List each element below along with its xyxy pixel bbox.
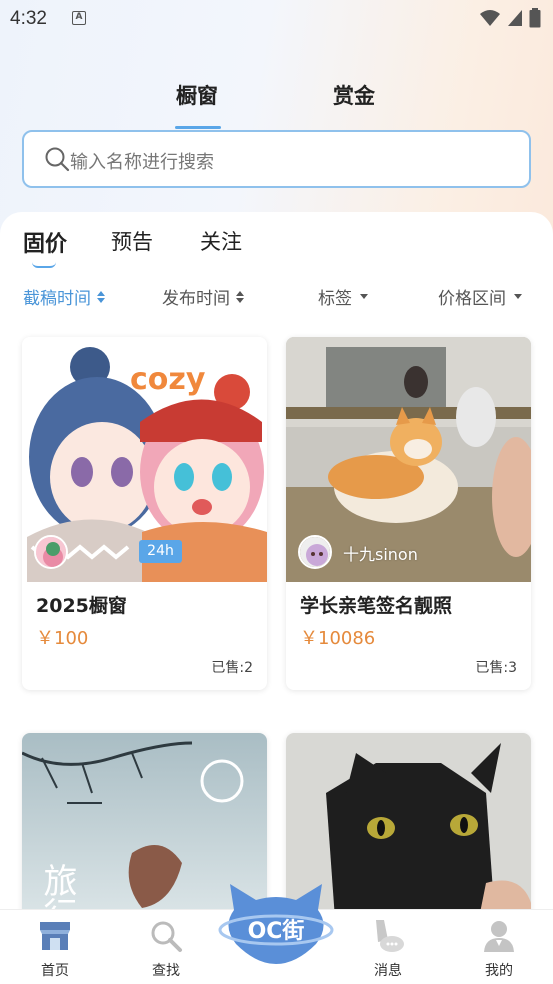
status-time: 4:32 xyxy=(10,8,47,29)
filter-price-range[interactable]: 价格区间 xyxy=(438,284,522,309)
tab-bounty[interactable]: 赏金 xyxy=(333,80,375,110)
search-placeholder: 输入名称进行搜索 xyxy=(70,152,214,173)
search-icon xyxy=(151,921,182,952)
subtab-active-indicator xyxy=(32,262,56,268)
filter-price-label: 价格区间 xyxy=(438,289,506,309)
seller-name[interactable]: 十九sinon xyxy=(343,541,418,565)
search-icon xyxy=(45,147,70,172)
profile-icon xyxy=(484,921,514,952)
notification-a-icon: A xyxy=(72,11,86,25)
subtab-preview[interactable]: 预告 xyxy=(111,226,153,256)
nav-search-label: 查找 xyxy=(152,963,180,979)
dropdown-icon xyxy=(360,294,368,299)
avatar[interactable] xyxy=(34,535,68,569)
nav-messages-label: 消息 xyxy=(374,963,402,979)
message-icon xyxy=(376,920,404,952)
card-sold-count: 已售:3 xyxy=(475,660,517,676)
filter-publish-label: 发布时间 xyxy=(162,289,230,309)
nav-profile-label: 我的 xyxy=(485,963,513,979)
tab-showcase[interactable]: 橱窗 xyxy=(176,80,218,110)
avatar[interactable] xyxy=(298,535,332,569)
product-card[interactable]: 十九sinon 学长亲笔签名靓照 ￥10086 已售:3 xyxy=(286,337,531,690)
card-sold-count: 已售:2 xyxy=(211,660,253,676)
logo-text: OC街 xyxy=(248,918,305,944)
battery-icon xyxy=(529,8,541,28)
sort-icon xyxy=(236,290,244,303)
card-title: 学长亲笔签名靓照 xyxy=(300,595,453,617)
filter-deadline-label: 截稿时间 xyxy=(23,289,91,309)
card-title: 2025橱窗 xyxy=(36,595,127,617)
cozy-logo-text: cozy xyxy=(130,362,206,397)
filter-publish-time[interactable]: 发布时间 xyxy=(162,284,244,309)
shop-icon xyxy=(40,922,70,950)
filter-deadline[interactable]: 截稿时间 xyxy=(23,284,105,309)
dropdown-icon xyxy=(514,294,522,299)
subtab-fixed-price[interactable]: 固价 xyxy=(23,226,67,258)
subtab-follow[interactable]: 关注 xyxy=(200,226,242,256)
duration-badge: 24h xyxy=(139,540,182,563)
sort-icon xyxy=(97,290,105,303)
top-tabs: 橱窗 赏金 xyxy=(0,80,553,130)
signal-icon xyxy=(508,10,522,26)
filter-tags-label: 标签 xyxy=(318,289,352,309)
product-card[interactable]: cozy 24h 2025橱窗 ￥100 已售:2 xyxy=(22,337,267,690)
status-icons xyxy=(479,8,541,28)
wifi-icon xyxy=(480,10,500,26)
status-bar: 4:32 A xyxy=(0,0,553,38)
tab-active-indicator xyxy=(175,126,221,129)
card-price: ￥10086 xyxy=(300,628,376,649)
search-input[interactable]: 输入名称进行搜索 xyxy=(22,130,531,188)
card-price: ￥100 xyxy=(36,628,89,649)
filter-tags[interactable]: 标签 xyxy=(318,284,368,309)
nav-home-label: 首页 xyxy=(41,963,69,979)
oc-street-logo[interactable]: OC街 xyxy=(216,880,336,970)
